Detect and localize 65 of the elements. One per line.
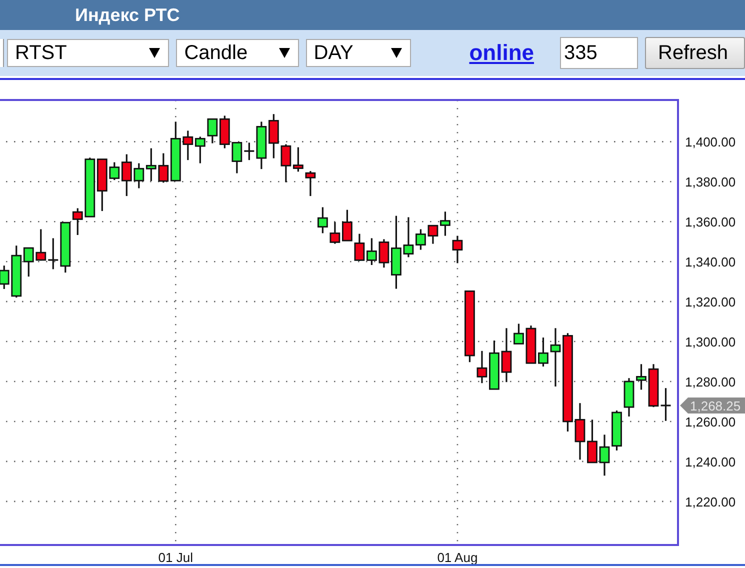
y-axis-label: 1,400.00 xyxy=(685,134,736,150)
x-axis-label: 01 Aug xyxy=(437,550,478,565)
candlestick xyxy=(378,239,390,268)
candlestick xyxy=(182,130,194,160)
candlestick xyxy=(612,410,622,450)
candlestick xyxy=(342,210,352,242)
refresh-button[interactable]: Refresh xyxy=(645,37,745,69)
candlestick xyxy=(194,136,206,164)
x-axis-label: 01 Jul xyxy=(158,550,193,565)
y-axis-label: 1,360.00 xyxy=(685,214,736,230)
caret-icon xyxy=(278,48,290,58)
caret-icon xyxy=(391,48,402,58)
dropdown[interactable]: RTST xyxy=(6,39,170,67)
candlestick xyxy=(48,238,58,270)
candlestick xyxy=(354,234,365,261)
candlestick xyxy=(514,324,524,344)
y-axis-label: 1,240.00 xyxy=(685,454,736,470)
y-axis-label: 1,300.00 xyxy=(685,334,736,350)
candlestick xyxy=(219,116,230,148)
y-axis-label: 1,340.00 xyxy=(685,254,736,270)
online-link[interactable]: online xyxy=(469,40,534,66)
candlestick xyxy=(146,148,156,182)
candlestick xyxy=(501,328,512,382)
candlestick xyxy=(428,224,438,244)
candlestick xyxy=(538,338,548,367)
candlestick xyxy=(636,364,646,390)
candlestick xyxy=(489,340,500,390)
candlestick xyxy=(648,364,659,408)
candlestick xyxy=(476,350,488,384)
candlestick xyxy=(96,158,108,212)
candlestick xyxy=(440,212,450,236)
y-axis-label: 1,380.00 xyxy=(685,174,736,190)
window-title: Индекс РТС xyxy=(75,4,180,26)
candlestick xyxy=(268,114,279,158)
candlestick xyxy=(134,163,144,188)
candlestick xyxy=(0,266,10,289)
candlestick xyxy=(256,122,267,170)
candlestick xyxy=(526,326,536,364)
candlestick xyxy=(587,420,598,464)
y-axis-label: 1,260.00 xyxy=(685,414,736,430)
y-axis-label: 1,320.00 xyxy=(685,294,736,310)
y-axis-label: 1,280.00 xyxy=(685,374,736,390)
candlestick xyxy=(305,171,316,196)
candlestick xyxy=(330,222,340,244)
candlestick xyxy=(84,158,96,218)
candlestick xyxy=(244,142,254,160)
candlestick xyxy=(624,378,634,416)
candlestick xyxy=(452,236,463,264)
candlestick xyxy=(660,388,671,421)
price-tag: 1,268.25 xyxy=(680,398,745,414)
candlestick xyxy=(366,238,377,265)
y-axis-label: 1,220.00 xyxy=(685,494,736,510)
candlestick xyxy=(232,142,242,174)
candlestick xyxy=(36,229,46,261)
count-input[interactable]: 335 xyxy=(560,37,638,69)
candlestick xyxy=(416,229,426,250)
candlestick xyxy=(599,434,610,476)
caret-icon xyxy=(149,48,160,58)
candlestick xyxy=(574,403,586,460)
candlestick xyxy=(550,328,561,386)
candlestick xyxy=(403,217,414,258)
candlestick xyxy=(207,118,218,144)
candlestick xyxy=(317,207,328,234)
dropdown[interactable]: DAY xyxy=(306,39,412,67)
dropdown[interactable]: Candle xyxy=(176,39,299,67)
